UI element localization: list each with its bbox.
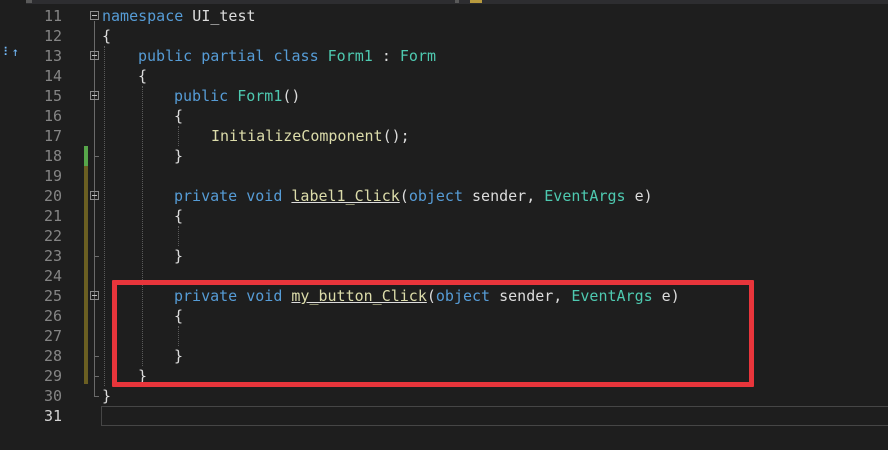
keyword-token: class [264, 47, 319, 65]
line-number: 21 [43, 207, 62, 225]
method-token: InitializeComponent [211, 127, 383, 145]
line-number: 16 [43, 107, 62, 125]
current-line-highlight[interactable] [101, 406, 888, 426]
brace-token: { [174, 107, 184, 125]
top-scroll-strip [0, 0, 888, 4]
collapse-class-icon[interactable] [90, 51, 99, 60]
line-number: 20 [43, 187, 62, 205]
line-number: 15 [43, 87, 62, 105]
line-number: 11 [43, 7, 62, 25]
line-number: 25 [43, 287, 62, 305]
code-line-30[interactable]: } [102, 386, 111, 406]
strip-mark [455, 0, 459, 3]
line-number: 12 [43, 27, 62, 45]
punctuation-token: (); [382, 127, 410, 145]
brace-token: } [102, 387, 112, 405]
line-number: 30 [43, 387, 62, 405]
code-line-13[interactable]: public partial class Form1 : Form [138, 46, 436, 66]
type-token: Form [399, 47, 437, 65]
keyword-token: private [174, 187, 238, 205]
collapse-namespace-icon[interactable] [90, 11, 99, 20]
parameter-token: sender, [463, 187, 545, 205]
indent-guide [178, 126, 179, 146]
line-number: 18 [43, 147, 62, 165]
outline-end [94, 356, 99, 357]
line-number: 13 [43, 47, 62, 65]
collapse-method-icon[interactable] [90, 91, 99, 100]
keyword-token: partial [192, 47, 265, 65]
code-line-20[interactable]: private void label1_Click(object sender,… [174, 186, 653, 206]
brace-token: { [138, 67, 148, 85]
line-number: 14 [43, 67, 62, 85]
code-editor[interactable]: ⠇↑ 11 12 13 14 15 16 17 18 19 20 21 22 2… [0, 0, 888, 450]
outline-end [94, 156, 99, 157]
brace-token: } [174, 147, 184, 165]
line-number: 29 [43, 367, 62, 385]
indent-guide [104, 46, 105, 386]
outline-end [94, 256, 99, 257]
line-number: 23 [43, 247, 62, 265]
type-token: Form1 [228, 87, 283, 105]
brace-token: } [174, 247, 184, 265]
code-line-21[interactable]: { [174, 206, 183, 226]
line-number-gutter: 11 12 13 14 15 16 17 18 19 20 21 22 23 2… [26, 0, 66, 450]
keyword-token: public [138, 47, 193, 65]
type-token: EventArgs [544, 187, 626, 205]
line-number: 17 [43, 127, 62, 145]
line-number-current: 31 [43, 407, 62, 425]
parameter-token: e) [625, 187, 653, 205]
unsaved-change-marker [84, 166, 88, 384]
saved-change-marker [84, 146, 88, 166]
code-line-16[interactable]: { [174, 106, 183, 126]
identifier-token: UI_test [183, 7, 256, 25]
keyword-token: namespace [102, 7, 184, 25]
keyword-token: object [408, 187, 463, 205]
outline-end [94, 376, 99, 377]
line-number: 24 [43, 267, 62, 285]
quick-actions-icon[interactable]: ⠇↑ [3, 45, 19, 59]
line-number: 27 [43, 327, 62, 345]
strip-mark [470, 0, 482, 3]
code-line-15[interactable]: public Form1() [174, 86, 300, 106]
outline-end [94, 396, 99, 397]
method-name-token: label1_Click [291, 187, 400, 205]
line-number: 22 [43, 227, 62, 245]
brace-token: { [102, 27, 112, 45]
outline-line [94, 21, 95, 396]
code-line-11[interactable]: namespace UI_test [102, 6, 256, 26]
code-line-12[interactable]: { [102, 26, 111, 46]
punctuation-token: ( [399, 187, 409, 205]
type-token: Form1 [318, 47, 373, 65]
punctuation-token: () [282, 87, 301, 105]
keyword-token: void [237, 187, 283, 205]
collapse-method-icon[interactable] [90, 191, 99, 200]
code-line-14[interactable]: { [138, 66, 147, 86]
line-number: 19 [43, 167, 62, 185]
code-line-18[interactable]: } [174, 146, 183, 166]
code-line-17[interactable]: InitializeComponent(); [211, 126, 410, 146]
brace-token: { [174, 207, 184, 225]
line-number: 28 [43, 347, 62, 365]
line-number: 26 [43, 307, 62, 325]
annotation-highlight-box [112, 280, 754, 387]
indent-guide [178, 226, 179, 246]
keyword-token: public [174, 87, 229, 105]
punctuation-token: : [372, 47, 400, 65]
collapse-method-icon[interactable] [90, 291, 99, 300]
code-line-23[interactable]: } [174, 246, 183, 266]
